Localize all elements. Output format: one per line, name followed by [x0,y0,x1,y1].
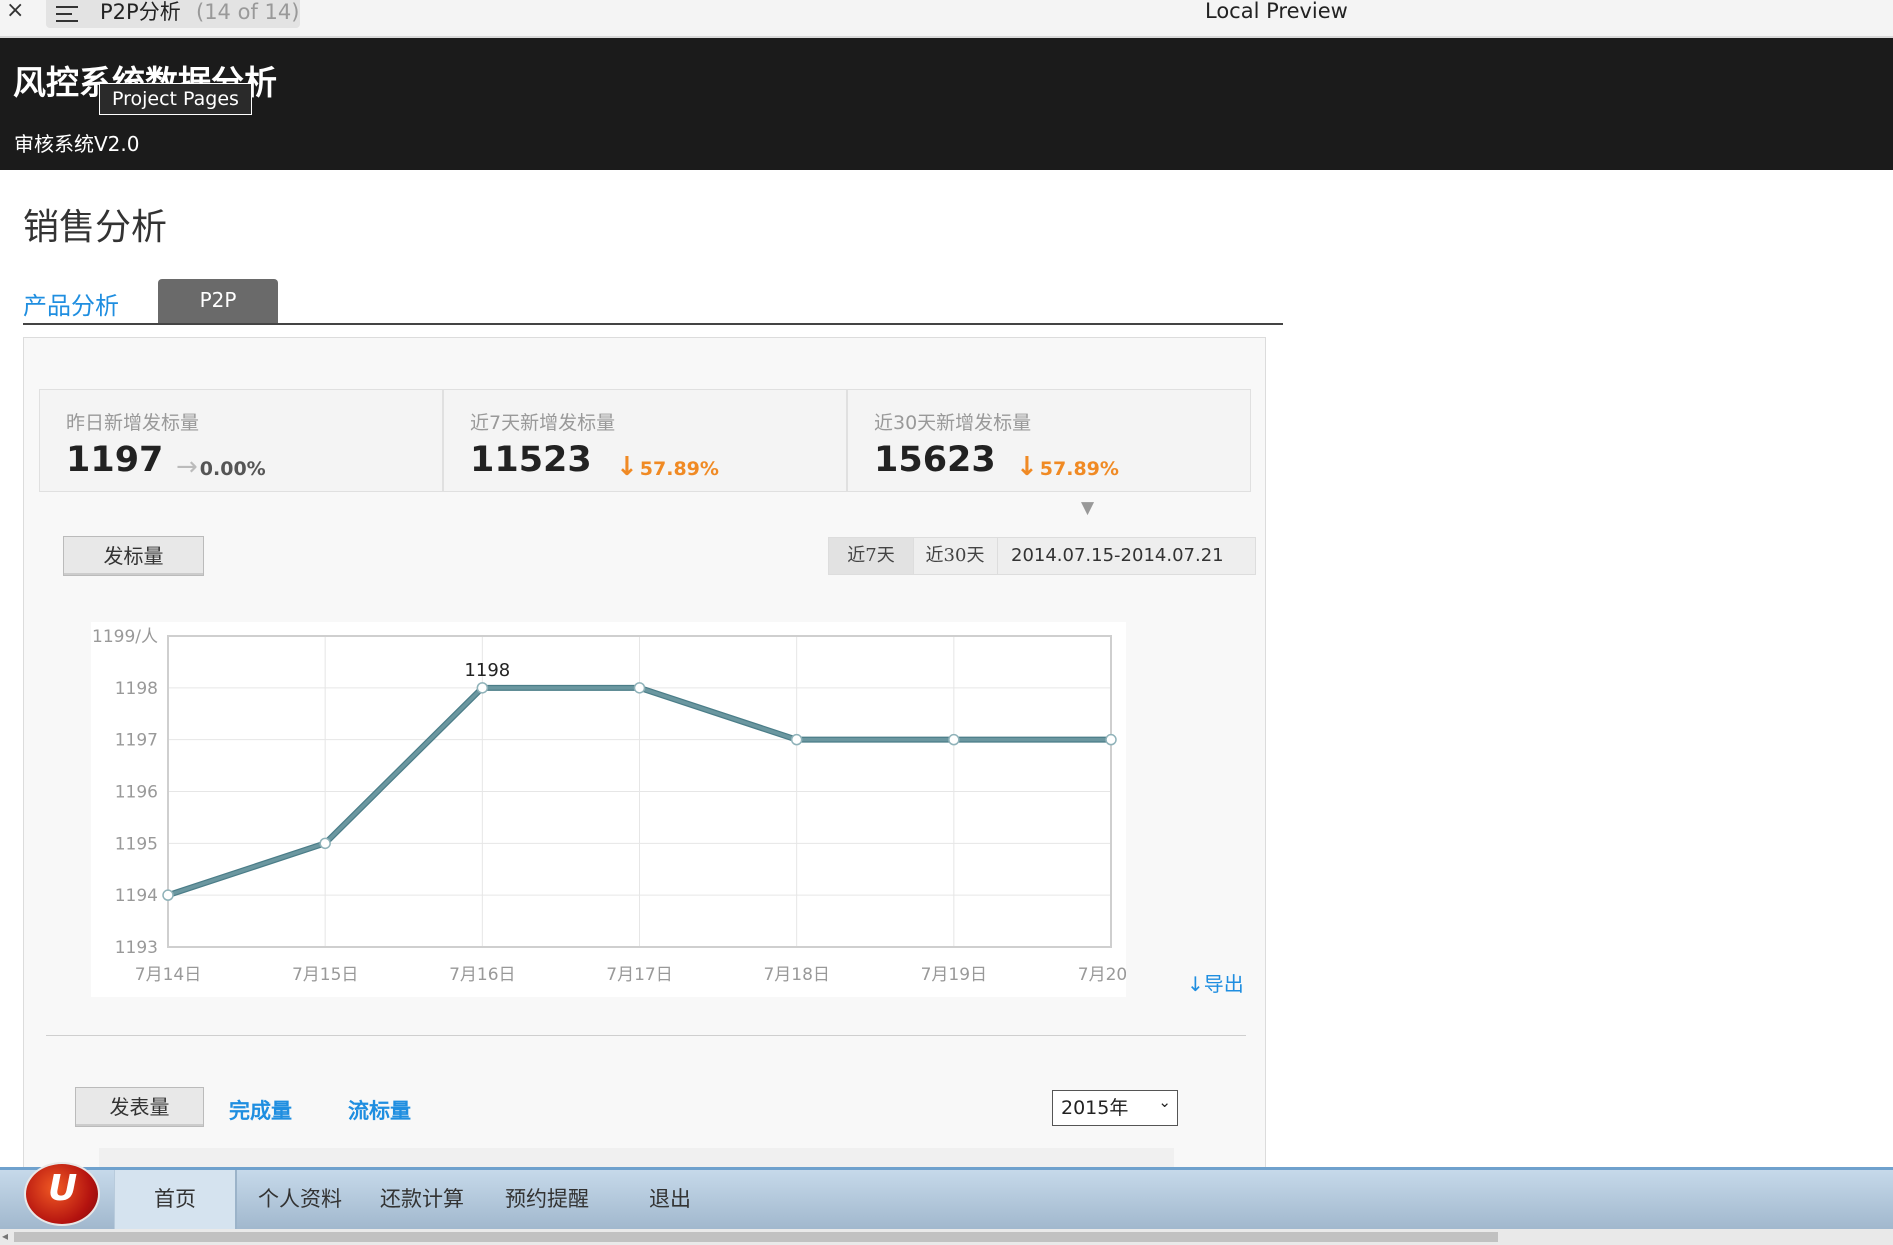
app-header: 风控系统数据分析 审核系统V2.0 Project Pages [0,38,1893,170]
nav-logout[interactable]: 退出 [630,1170,710,1230]
chevron-down-icon: ⌄ [1158,1093,1171,1111]
scroll-left-icon[interactable]: ◂ [2,1229,8,1243]
data-point [790,733,803,746]
range-30-days-button[interactable]: 近30天 [913,538,998,574]
stat-card-7days: 近7天新增发标量 11523 ↓ 57.89% [443,389,847,492]
arrow-down-icon: ↓ [616,452,638,482]
arrow-right-icon: → [176,452,198,482]
section-divider [46,1035,1246,1036]
y-tick-label: 1195 [115,834,158,854]
metric-failed-link[interactable]: 流标量 [348,1095,411,1125]
stat-card-yesterday: 昨日新增发标量 1197 → 0.00% [39,389,443,492]
chart-svg: 1193 1194 1195 1196 1197 1198 1199/人 7月14日 7月15日… [92,627,1126,985]
x-tick-label: 7月18日 [763,965,829,985]
y-tick-label: 1197 [115,731,158,751]
analysis-panel: 昨日新增发标量 1197 → 0.00% 近7天新增发标量 11523 ↓ 57.8… [23,337,1266,1178]
nav-profile[interactable]: 个人资料 [250,1170,350,1230]
x-tick-label: 7月17日 [606,965,672,985]
collapse-caret-icon[interactable]: ▼ [1081,498,1094,518]
data-point [319,837,331,850]
metric-complete-link[interactable]: 完成量 [229,1095,292,1125]
stat-label: 近30天新增发标量 [874,412,1032,434]
y-tick-label: 1199/人 [92,627,158,647]
scrollbar-thumb[interactable] [14,1232,1498,1242]
stat-label: 近7天新增发标量 [470,412,616,434]
preview-title: Local Preview [1205,0,1348,23]
project-pages-tooltip: Project Pages [99,83,252,115]
data-point [948,733,960,746]
arrow-down-icon: ↓ [1016,452,1038,482]
stat-value: 11523 [470,440,592,480]
x-tick-label: 7月19日 [921,965,987,985]
nav-home[interactable]: 首页 [114,1170,237,1230]
page-title: 销售分析 [23,207,168,248]
stat-value: 1197 [66,440,164,480]
stat-value: 15623 [874,440,996,480]
stat-change: ↓ 57.89% [616,452,719,482]
tab-product-analysis[interactable]: 产品分析 [23,286,119,321]
data-point [1105,733,1117,746]
page-selector[interactable]: P2P分析 (14 of 14) [46,0,300,28]
year-select[interactable]: 2015年 ⌄ [1052,1090,1178,1126]
range-selector: 近7天 近30天 2014.07.15-2014.07.21 [828,537,1256,575]
preview-toolbar: × P2P分析 (14 of 14) Local Preview [0,0,1893,38]
tab-bar: 产品分析 P2P [23,278,1283,325]
nav-repayment-calc[interactable]: 还款计算 [372,1170,472,1230]
export-link[interactable]: ↓导出 [1187,968,1244,997]
y-tick-label: 1193 [115,938,158,958]
logo-mark: U [48,1168,78,1209]
nav-reminder[interactable]: 预约提醒 [497,1170,597,1230]
page-name: P2P分析 [100,0,181,24]
metric-publish-button[interactable]: 发表量 [75,1087,204,1127]
data-label: 1198 [464,660,510,681]
x-tick-label: 7月16日 [449,965,515,985]
stat-change: ↓ 57.89% [1016,452,1119,482]
data-point [476,682,489,694]
x-tick-label: 7月20日 [1078,965,1126,985]
horizontal-scrollbar[interactable]: ◂ [0,1229,1893,1245]
date-range-field[interactable]: 2014.07.15-2014.07.21 [1011,538,1224,574]
y-tick-label: 1198 [115,679,158,699]
close-icon[interactable]: × [6,0,24,22]
stat-card-30days: 近30天新增发标量 15623 ↓ 57.89% [847,389,1251,492]
menu-icon[interactable] [56,6,78,22]
x-tick-label: 7月15日 [292,965,358,985]
logo[interactable]: U [24,1162,100,1226]
stat-label: 昨日新增发标量 [66,412,200,434]
data-point [162,889,174,901]
page-count: (14 of 14) [196,0,300,24]
footer-nav: U 首页 个人资料 还款计算 预约提醒 退出 [0,1162,1893,1232]
y-tick-label: 1196 [115,783,158,803]
issue-line-chart: 1193 1194 1195 1196 1197 1198 1199/人 7月14日 7月15日… [91,622,1126,997]
year-value: 2015年 [1061,1097,1129,1119]
metric-issue-button[interactable]: 发标量 [63,536,204,576]
app-subtitle: 审核系统V2.0 [14,132,140,156]
stat-change: → 0.00% [176,452,266,482]
data-point [633,682,646,694]
y-tick-label: 1194 [115,886,158,906]
range-7-days-button[interactable]: 近7天 [829,538,914,574]
x-tick-label: 7月14日 [135,965,201,985]
tab-p2p[interactable]: P2P [158,279,278,323]
